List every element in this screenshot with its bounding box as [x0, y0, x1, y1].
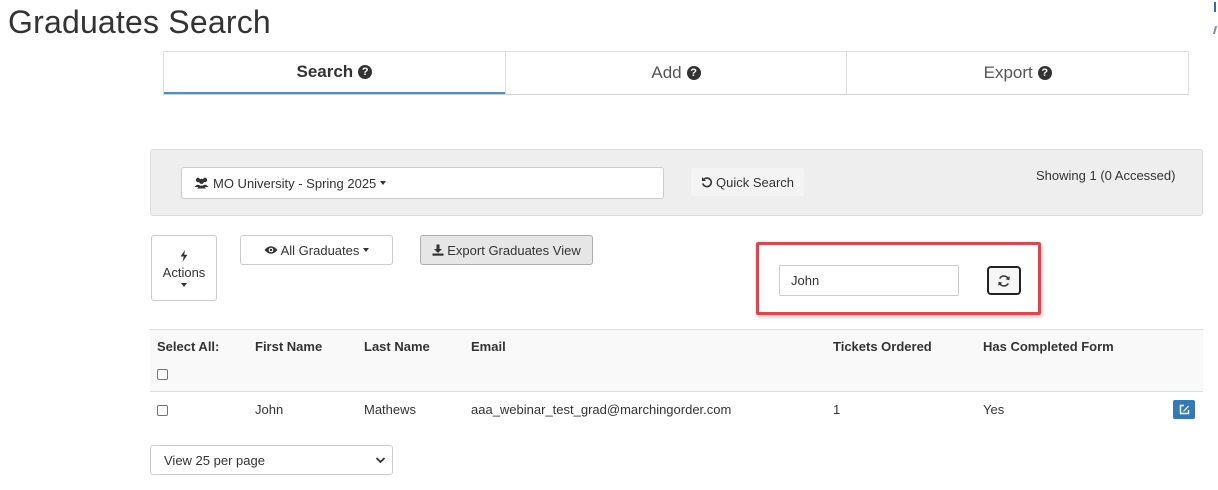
row-select-cell — [150, 392, 248, 427]
showing-count: Showing 1 (0 Accessed) — [1036, 168, 1176, 183]
edit-icon — [1179, 404, 1189, 414]
select-all-checkbox[interactable] — [157, 369, 168, 380]
tab-export-label: Export — [983, 63, 1033, 82]
actions-button[interactable]: Actions — [151, 235, 217, 301]
column-header-tickets-ordered[interactable]: Tickets Ordered — [826, 329, 976, 392]
column-header-has-completed-form[interactable]: Has Completed Form — [976, 329, 1164, 392]
per-page-value: View 25 per page — [164, 452, 265, 468]
column-header-last-name[interactable]: Last Name — [357, 329, 464, 392]
row-edit-cell — [1164, 392, 1203, 427]
graduates-table: Select All: First Name Last Name Email T… — [150, 329, 1203, 427]
quick-search-label: Quick Search — [716, 174, 795, 190]
select-all-header: Select All: — [150, 329, 248, 392]
edit-button[interactable] — [1173, 399, 1195, 419]
question-circle-icon[interactable]: ? — [686, 66, 701, 80]
select-all-label: Select All: — [157, 339, 220, 354]
table-header-row: Select All: First Name Last Name Email T… — [150, 329, 1203, 392]
cell-has-completed-form: Yes — [983, 401, 1005, 417]
quick-search-button[interactable]: Quick Search — [691, 168, 805, 196]
graduate-search-input[interactable] — [779, 265, 959, 296]
chevron-down-icon — [375, 457, 386, 464]
actions-label: Actions — [162, 264, 206, 280]
export-graduates-view-button[interactable]: Export Graduates View — [420, 235, 593, 265]
caret-down-icon — [181, 282, 187, 287]
refresh-icon — [998, 274, 1010, 287]
cell-last-name: Mathews — [364, 401, 417, 417]
tab-export[interactable]: Export ? — [846, 52, 1189, 94]
cell-tickets-ordered: 1 — [833, 401, 841, 417]
refresh-button[interactable] — [987, 266, 1021, 295]
page-title: Graduates Search — [8, 4, 271, 40]
filter-bar: MO University - Spring 2025 Quick Search… — [150, 149, 1203, 216]
all-graduates-dropdown[interactable]: All Graduates — [240, 235, 393, 265]
table-row: John Mathews aaa_webinar_test_grad@march… — [150, 392, 1203, 427]
tab-search[interactable]: Search ? — [164, 52, 505, 94]
caret-down-icon — [363, 248, 370, 252]
export-view-label: Export Graduates View — [447, 242, 581, 258]
edge-marks — [1212, 0, 1218, 40]
caret-down-icon — [380, 181, 387, 185]
row-checkbox[interactable] — [157, 404, 168, 416]
undo-icon — [702, 177, 713, 188]
tab-add[interactable]: Add ? — [504, 52, 847, 94]
download-icon — [432, 244, 444, 256]
tab-search-label: Search — [296, 62, 354, 81]
question-circle-icon[interactable]: ? — [358, 65, 373, 79]
users-icon — [194, 177, 209, 189]
column-header-email[interactable]: Email — [464, 329, 826, 392]
group-select-dropdown[interactable]: MO University - Spring 2025 — [181, 167, 664, 199]
eye-icon — [264, 246, 278, 254]
cell-first-name: John — [255, 401, 284, 417]
tab-add-label: Add — [651, 63, 682, 82]
tab-bar: Search ? Add ? Export ? — [163, 51, 1189, 95]
cell-email: aaa_webinar_test_grad@marchingorder.com — [471, 401, 732, 417]
bolt-icon — [180, 249, 188, 262]
question-circle-icon[interactable]: ? — [1037, 66, 1052, 80]
all-graduates-label: All Graduates — [280, 242, 360, 258]
column-header-edit — [1164, 329, 1203, 392]
per-page-select[interactable]: View 25 per page — [150, 445, 393, 475]
group-select-value: MO University - Spring 2025 — [213, 175, 377, 191]
column-header-first-name[interactable]: First Name — [248, 329, 357, 392]
